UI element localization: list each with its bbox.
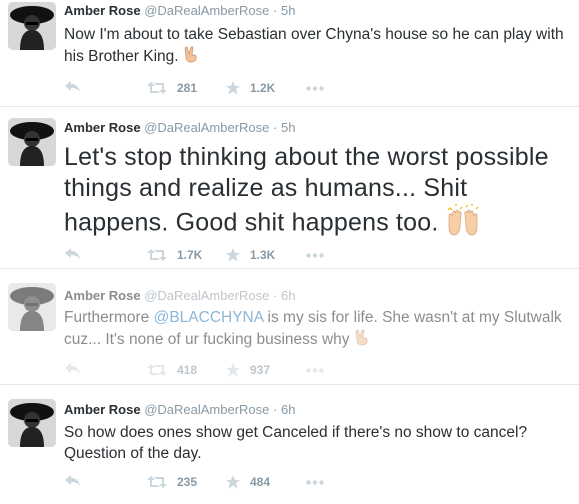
favorite-button[interactable]: 937 [226,363,270,377]
more-button[interactable] [306,86,324,91]
retweet-button[interactable]: 418 [147,363,197,377]
favorite-button[interactable]: 1.2K [226,81,275,95]
reply-button[interactable] [65,475,81,487]
star-icon [226,248,240,262]
tweet-text: Let's stop thinking about the worst poss… [64,142,569,244]
author-name[interactable]: Amber Rose [64,288,141,303]
favorite-count: 1.2K [250,81,276,95]
retweet-icon [147,82,167,94]
victory-hand-icon [183,45,199,69]
reply-button[interactable] [65,248,81,260]
favorite-count: 1.3K [250,248,276,262]
favorite-count: 484 [250,475,271,489]
author-name[interactable]: Amber Rose [64,402,141,417]
tweet-3[interactable]: Amber Rose @DaRealAmberRose · 6h Further… [0,269,579,377]
avatar[interactable] [8,2,56,50]
reply-icon [65,81,80,92]
tweet-text: Furthermore @BLACCHYNA is my sis for lif… [64,307,569,352]
timestamp[interactable]: 6h [281,402,295,417]
avatar[interactable] [8,399,56,447]
retweet-count: 235 [177,475,198,489]
retweet-count: 418 [177,363,198,377]
separator-dot: · [273,288,278,303]
tweet-text-body: Now I'm about to take Sebastian over Chy… [64,26,564,66]
tweet-2[interactable]: Amber Rose @DaRealAmberRose · 5h Let's s… [0,107,579,267]
separator-dot: · [273,3,278,18]
tweet-header: Amber Rose @DaRealAmberRose · 6h [64,402,295,417]
favorite-button[interactable]: 484 [226,475,270,489]
reply-icon [65,363,80,374]
more-dots-icon [306,480,324,485]
retweet-icon [147,476,167,488]
star-icon [226,363,240,377]
more-dots-icon [306,86,324,91]
more-button[interactable] [306,480,324,485]
tweet-4[interactable]: Amber Rose @DaRealAmberRose · 6h So how … [0,385,579,504]
author-handle[interactable]: @DaRealAmberRose [144,120,269,135]
retweet-button[interactable]: 235 [147,475,197,489]
tweet-header: Amber Rose @DaRealAmberRose · 6h [64,288,295,303]
victory-hand-icon [354,328,370,352]
tweet-text-body: So how does ones show get Canceled if th… [64,424,528,462]
timestamp[interactable]: 5h [281,120,295,135]
avatar[interactable] [8,283,56,331]
avatar[interactable] [8,118,56,166]
favorite-count: 937 [250,363,271,377]
tweet-header: Amber Rose @DaRealAmberRose · 5h [64,120,295,135]
tweet-1[interactable]: Amber Rose @DaRealAmberRose · 5h Now I'm… [0,0,579,106]
author-name[interactable]: Amber Rose [64,3,141,18]
more-button[interactable] [306,253,324,258]
reply-icon [65,475,80,486]
separator-dot: · [273,402,278,417]
retweet-button[interactable]: 1.7K [147,248,202,262]
author-handle[interactable]: @DaRealAmberRose [144,402,269,417]
timestamp[interactable]: 5h [281,3,295,18]
star-icon [226,81,240,95]
separator-dot: · [273,120,278,135]
star-icon [226,475,240,489]
more-dots-icon [306,368,324,373]
retweet-count: 1.7K [177,248,203,262]
tweet-text-before: Furthermore [64,309,154,326]
more-dots-icon [306,253,324,258]
reply-button[interactable] [65,363,81,375]
reply-button[interactable] [65,81,81,93]
author-handle[interactable]: @DaRealAmberRose [144,3,269,18]
author-name[interactable]: Amber Rose [64,120,141,135]
retweet-icon [147,364,167,376]
author-handle[interactable]: @DaRealAmberRose [144,288,269,303]
raising-hands-icon [446,204,480,244]
favorite-button[interactable]: 1.3K [226,248,275,262]
more-button[interactable] [306,368,324,373]
mention-link[interactable]: @BLACCHYNA [154,309,264,326]
timestamp[interactable]: 6h [281,288,295,303]
reply-icon [65,248,80,259]
tweet-header: Amber Rose @DaRealAmberRose · 5h [64,3,295,18]
retweet-count: 281 [177,81,198,95]
tweet-text: Now I'm about to take Sebastian over Chy… [64,24,569,69]
retweet-button[interactable]: 281 [147,81,197,95]
retweet-icon [147,249,167,261]
tweet-text: So how does ones show get Canceled if th… [64,422,569,464]
